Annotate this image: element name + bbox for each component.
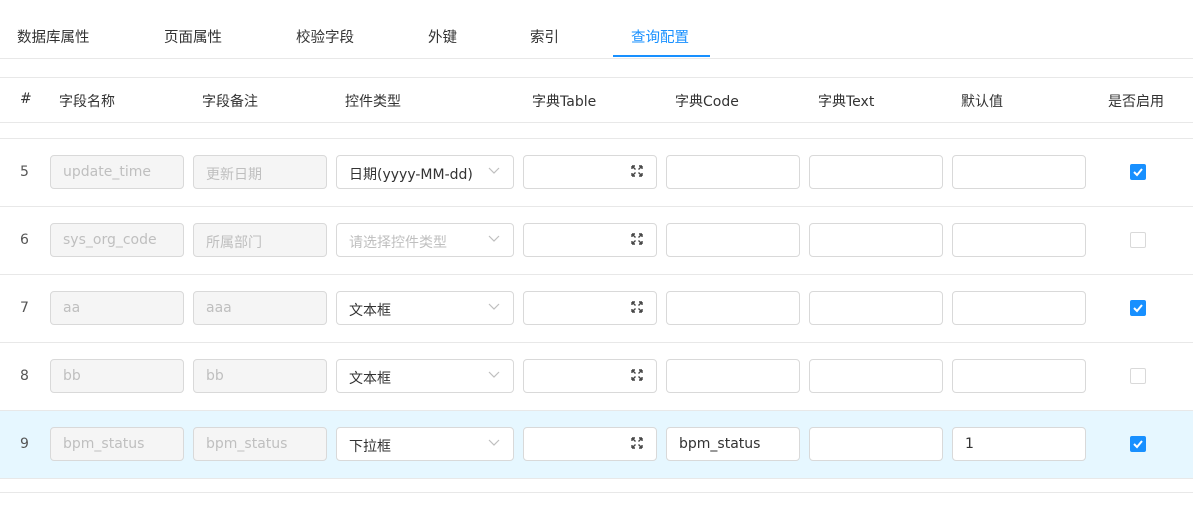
field-comment-input[interactable]: bpm_status — [193, 427, 327, 461]
default-value-input[interactable] — [952, 155, 1086, 189]
column-header-dict-table: 字典Table — [532, 94, 597, 110]
column-header-enabled: 是否启用 — [1108, 94, 1164, 110]
chevron-down-icon — [487, 299, 501, 313]
column-header-field-name: 字段名称 — [59, 94, 115, 110]
field-comment-value: aaa — [206, 300, 232, 316]
expand-icon[interactable] — [630, 436, 644, 450]
row-index: 5 — [20, 164, 29, 180]
control-type-select[interactable]: 文本框 — [336, 359, 514, 393]
chevron-down-icon — [487, 231, 501, 245]
control-type-value: 文本框 — [349, 371, 391, 387]
column-header-dict-code: 字典Code — [675, 94, 739, 110]
expand-icon[interactable] — [630, 300, 644, 314]
table-row: 8 bb bb 文本框 — [0, 343, 1193, 411]
dict-table-input[interactable] — [523, 291, 657, 325]
expand-icon[interactable] — [630, 368, 644, 382]
field-comment-value: 更新日期 — [206, 167, 262, 183]
control-type-select[interactable]: 下拉框 — [336, 427, 514, 461]
control-type-value: 文本框 — [349, 303, 391, 319]
column-header-field-comment: 字段备注 — [202, 94, 258, 110]
chevron-down-icon — [487, 367, 501, 381]
dict-table-input[interactable] — [523, 155, 657, 189]
tab-query-config[interactable]: 查询配置 — [631, 26, 689, 47]
enabled-checkbox[interactable] — [1130, 232, 1146, 248]
table-row: 7 aa aaa 文本框 — [0, 275, 1193, 343]
field-name-value: bb — [63, 368, 81, 384]
tab-indexes[interactable]: 索引 — [530, 26, 559, 47]
field-comment-value: bb — [206, 368, 224, 384]
column-header-control-type: 控件类型 — [345, 94, 401, 110]
table-row: 5 update_time 更新日期 日期(yyyy-MM-dd) — [0, 139, 1193, 207]
tab-bar: 数据库属性 页面属性 校验字段 外键 索引 查询配置 — [0, 0, 1193, 59]
enabled-checkbox[interactable] — [1130, 164, 1146, 180]
enabled-checkbox[interactable] — [1130, 368, 1146, 384]
column-header-dict-text: 字典Text — [818, 94, 875, 110]
table-header: # 字段名称 字段备注 控件类型 字典Table 字典Code 字典Text 默… — [0, 77, 1193, 123]
field-name-input[interactable]: bpm_status — [50, 427, 184, 461]
control-type-select[interactable]: 文本框 — [336, 291, 514, 325]
field-name-input[interactable]: update_time — [50, 155, 184, 189]
default-value-input[interactable] — [952, 291, 1086, 325]
dict-table-input[interactable] — [523, 427, 657, 461]
table-row: 4update_by更新人请选择控件类型 — [0, 122, 1193, 139]
chevron-down-icon — [487, 435, 501, 449]
field-comment-value: 所属部门 — [206, 235, 262, 251]
dict-code-input[interactable] — [666, 223, 800, 257]
field-comment-input[interactable]: 所属部门 — [193, 223, 327, 257]
row-index: 9 — [20, 436, 29, 452]
chevron-down-icon — [487, 163, 501, 177]
default-value-input[interactable]: 1 — [952, 427, 1086, 461]
enabled-checkbox[interactable] — [1130, 300, 1146, 316]
row-index: 6 — [20, 232, 29, 248]
table-row: 6 sys_org_code 所属部门 请选择控件类型 — [0, 207, 1193, 275]
dict-text-input[interactable] — [809, 223, 943, 257]
dict-code-value: bpm_status — [679, 436, 761, 452]
field-comment-value: bpm_status — [206, 436, 288, 452]
field-name-input[interactable]: bb — [50, 359, 184, 393]
dict-text-input[interactable] — [809, 155, 943, 189]
column-header-index: # — [20, 91, 32, 107]
row-index: 8 — [20, 368, 29, 384]
control-type-select[interactable]: 请选择控件类型 — [336, 223, 514, 257]
control-type-select[interactable]: 日期(yyyy-MM-dd) — [336, 155, 514, 189]
tab-database-properties[interactable]: 数据库属性 — [17, 26, 90, 47]
dict-code-input[interactable] — [666, 291, 800, 325]
enabled-checkbox[interactable] — [1130, 436, 1146, 452]
table-bottom-divider — [0, 492, 1193, 493]
tab-foreign-keys[interactable]: 外键 — [428, 26, 457, 47]
expand-icon[interactable] — [630, 232, 644, 246]
field-name-input[interactable]: aa — [50, 291, 184, 325]
control-type-value: 下拉框 — [349, 439, 391, 455]
expand-icon[interactable] — [630, 164, 644, 178]
default-value-input[interactable] — [952, 223, 1086, 257]
control-type-value: 日期(yyyy-MM-dd) — [349, 167, 473, 183]
field-comment-input[interactable]: bb — [193, 359, 327, 393]
dict-text-input[interactable] — [809, 427, 943, 461]
dict-table-input[interactable] — [523, 223, 657, 257]
field-name-value: aa — [63, 300, 81, 316]
tab-validation-fields[interactable]: 校验字段 — [296, 26, 354, 47]
field-name-value: update_time — [63, 164, 151, 180]
field-name-input[interactable]: sys_org_code — [50, 223, 184, 257]
active-tab-indicator — [613, 55, 710, 57]
dict-code-input[interactable]: bpm_status — [666, 427, 800, 461]
dict-text-input[interactable] — [809, 291, 943, 325]
default-value-input[interactable] — [952, 359, 1086, 393]
control-type-value: 请选择控件类型 — [349, 235, 447, 251]
table-body[interactable]: 4update_by更新人请选择控件类型 5 update_time 更新日期 日期(y… — [0, 122, 1193, 492]
dict-code-input[interactable] — [666, 155, 800, 189]
table-row: 9 bpm_status bpm_status 下拉框 bpm_status 1 — [0, 411, 1193, 479]
field-comment-input[interactable]: 更新日期 — [193, 155, 327, 189]
field-comment-input[interactable]: aaa — [193, 291, 327, 325]
field-name-value: bpm_status — [63, 436, 145, 452]
default-value-value: 1 — [965, 436, 974, 452]
column-header-default-value: 默认值 — [961, 94, 1003, 110]
dict-code-input[interactable] — [666, 359, 800, 393]
field-name-value: sys_org_code — [63, 232, 157, 248]
dict-text-input[interactable] — [809, 359, 943, 393]
row-index: 7 — [20, 300, 29, 316]
tab-page-properties[interactable]: 页面属性 — [164, 26, 222, 47]
dict-table-input[interactable] — [523, 359, 657, 393]
